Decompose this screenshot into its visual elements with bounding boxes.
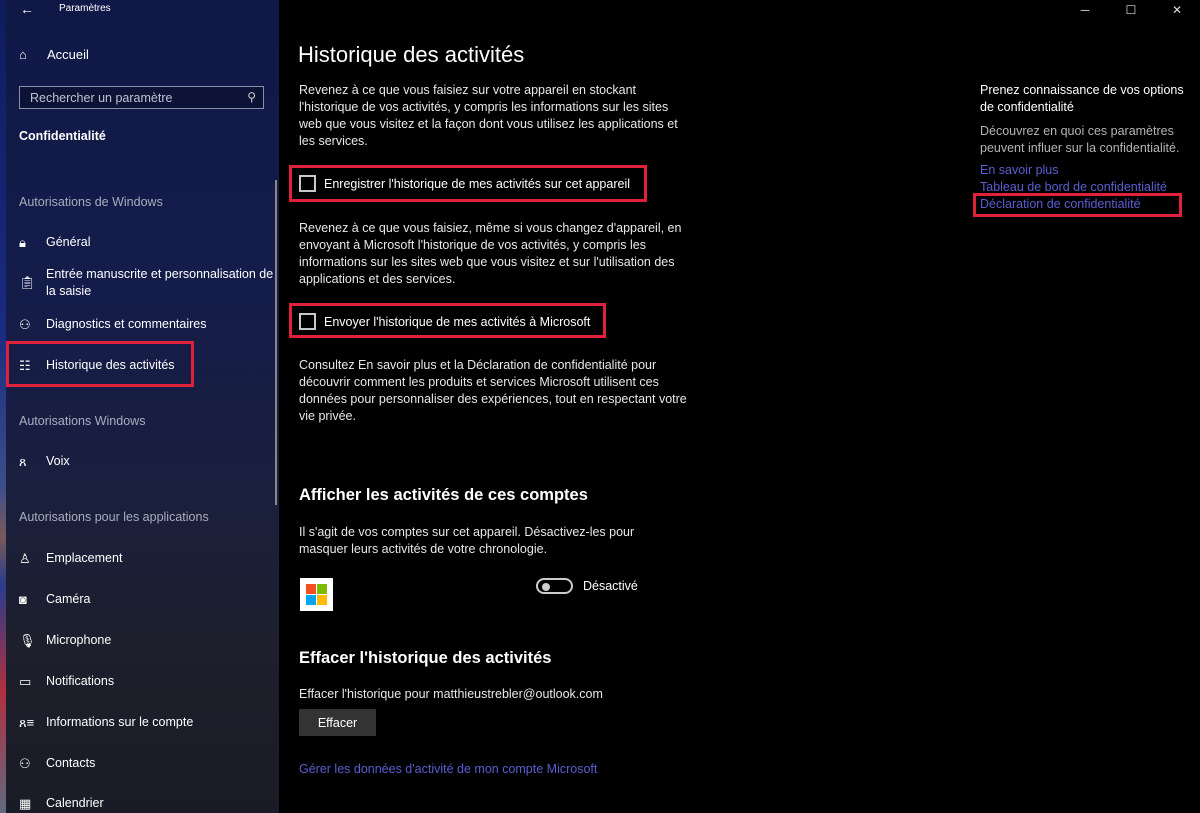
logo-square-green [317, 584, 327, 594]
clear-section-title: Effacer l'historique des activités [299, 649, 552, 667]
sidebar-item-label: Entrée manuscrite et personnalisation de… [46, 267, 274, 298]
sidebar-item-label: Diagnostics et commentaires [46, 317, 207, 331]
logo-square-blue [306, 595, 316, 605]
minimize-button[interactable]: ─ [1062, 0, 1108, 20]
voice-icon: ጸ [19, 454, 27, 469]
search-box[interactable]: ⚲ [19, 86, 264, 109]
sidebar-item-inking[interactable]: 📋︎ Entrée manuscrite et personnalisation… [19, 266, 279, 300]
toggle-knob [542, 582, 550, 591]
highlight-box [973, 193, 1182, 217]
send-description: Revenez à ce que vous faisiez, même si v… [299, 221, 682, 286]
camera-icon: ◙ [19, 592, 27, 607]
manage-activity-link[interactable]: Gérer les données d'activité de mon comp… [299, 762, 597, 776]
sidebar-item-label: Notifications [46, 674, 115, 688]
sidebar-item-location[interactable]: ♙ Emplacement [19, 550, 279, 567]
highlight-box [289, 303, 606, 338]
microsoft-logo-icon [300, 578, 333, 611]
sidebar-item-label: Calendrier [46, 796, 104, 810]
search-icon[interactable]: ⚲ [247, 90, 256, 104]
microphone-icon: 🎙︎ [19, 633, 36, 648]
window-controls: ─ ☐ ✕ [1062, 0, 1200, 20]
group-label-windows-permissions: Autorisations de Windows [19, 195, 163, 209]
highlight-box [6, 341, 194, 387]
highlight-box [289, 165, 647, 202]
close-button[interactable]: ✕ [1154, 0, 1200, 20]
main-content: ─ ☐ ✕ Historique des activités Revenez à… [279, 0, 1200, 813]
sidebar-item-calendar[interactable]: ▦ Calendrier [19, 795, 279, 812]
feedback-icon: ⚇ [19, 317, 31, 332]
location-icon: ♙ [19, 551, 31, 566]
sidebar-item-label: Emplacement [46, 551, 123, 565]
maximize-button[interactable]: ☐ [1108, 0, 1154, 20]
page-title: Historique des activités [298, 42, 525, 67]
sidebar-item-contacts[interactable]: ⚇ Contacts [19, 755, 279, 772]
sidebar-item-label: Voix [46, 454, 70, 468]
accounts-section-title: Afficher les activités de ces comptes [299, 486, 588, 504]
sidebar-item-account-info[interactable]: ጸ≡ Informations sur le compte [19, 714, 279, 731]
sidebar-item-label: Caméra [46, 592, 91, 606]
sidebar-item-home[interactable]: ⌂ Accueil [19, 47, 89, 62]
desktop-background-strip [0, 0, 6, 813]
side-panel-description: Découvrez en quoi ces paramètres peuvent… [980, 124, 1180, 155]
home-label: Accueil [47, 47, 89, 62]
sidebar-item-label: Général [46, 235, 91, 249]
group-label-windows-permissions-2: Autorisations Windows [19, 414, 146, 428]
side-panel-title: Prenez connaissance de vos options de co… [980, 83, 1184, 114]
calendar-icon: ▦ [19, 796, 32, 811]
notification-icon: ▭ [19, 674, 32, 689]
sidebar-item-label: Microphone [46, 633, 112, 647]
logo-square-red [306, 584, 316, 594]
toggle-state-label: Désactivé [583, 579, 638, 593]
logo-square-yellow [317, 595, 327, 605]
group-label-app-permissions: Autorisations pour les applications [19, 510, 209, 524]
learn-more-link[interactable]: En savoir plus [980, 162, 1195, 179]
sidebar-item-label: Informations sur le compte [46, 715, 194, 729]
sidebar: ← Paramètres ⌂ Accueil ⚲ Confidentialité… [0, 0, 279, 813]
sidebar-item-camera[interactable]: ◙ Caméra [19, 591, 279, 608]
contacts-icon: ⚇ [19, 756, 31, 771]
lock-icon: 🔒︎ [19, 235, 26, 250]
title-bar: ← Paramètres [0, 0, 279, 20]
sidebar-item-general[interactable]: 🔒︎ Général [19, 234, 279, 251]
back-arrow-icon[interactable]: ← [20, 1, 34, 17]
section-title: Confidentialité [19, 129, 106, 143]
sidebar-item-microphone[interactable]: 🎙︎ Microphone [19, 632, 279, 649]
clear-button[interactable]: Effacer [299, 709, 376, 736]
app-title: Paramètres [59, 3, 111, 14]
sidebar-item-diagnostics[interactable]: ⚇ Diagnostics et commentaires [19, 316, 279, 333]
clear-description: Effacer l'historique pour matthieustrebl… [299, 687, 603, 701]
clipboard-icon: 📋︎ [19, 275, 36, 290]
sidebar-item-label: Contacts [46, 756, 96, 770]
search-input[interactable] [30, 90, 230, 105]
accounts-description: Il s'agit de vos comptes sur cet apparei… [299, 525, 635, 556]
account-info-icon: ጸ≡ [19, 715, 35, 730]
sidebar-item-voice[interactable]: ጸ Voix [19, 453, 279, 470]
sidebar-item-notifications[interactable]: ▭ Notifications [19, 673, 279, 690]
account-activity-toggle[interactable] [536, 578, 573, 594]
home-icon: ⌂ [19, 47, 27, 62]
privacy-description: Consultez En savoir plus et la Déclarati… [299, 358, 687, 423]
intro-text: Revenez à ce que vous faisiez sur votre … [299, 83, 678, 148]
